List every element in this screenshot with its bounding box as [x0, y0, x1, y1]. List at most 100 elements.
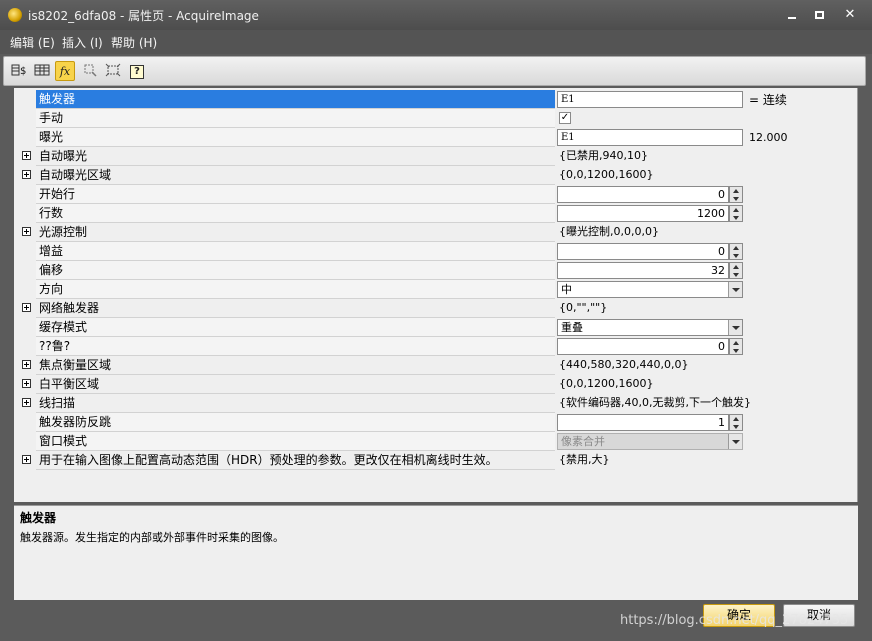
property-row[interactable]: 窗口模式 像素合并 — [14, 432, 858, 451]
spin-up-icon[interactable] — [733, 265, 739, 269]
offset-spinner[interactable] — [729, 262, 743, 279]
property-row[interactable]: 曝光 E1 12.000 — [14, 128, 858, 147]
debounce-spinner[interactable] — [729, 414, 743, 431]
zoom-icon[interactable] — [80, 61, 100, 81]
help-label: ? — [130, 65, 144, 79]
property-row[interactable]: 光源控制 {曝光控制,0,0,0,0} — [14, 223, 858, 242]
buffer-mode-select[interactable]: 重叠 — [557, 319, 743, 336]
property-row[interactable]: 手动 ✓ — [14, 109, 858, 128]
exposure-value-label: 12.000 — [749, 131, 788, 144]
start-row-input[interactable]: 0 — [557, 186, 729, 203]
expand-icon[interactable] — [22, 360, 31, 369]
direction-value: 中 — [561, 283, 572, 296]
property-name: 手动 — [36, 109, 555, 128]
property-row[interactable]: 自动曝光 {已禁用,940,10} — [14, 147, 858, 166]
buffer-mode-value: 重叠 — [561, 321, 583, 334]
property-row[interactable]: ??鲁? 0 — [14, 337, 858, 356]
chevron-down-icon[interactable] — [728, 282, 742, 297]
spin-down-icon[interactable] — [733, 425, 739, 429]
spin-down-icon[interactable] — [733, 273, 739, 277]
debounce-input[interactable]: 1 — [557, 414, 729, 431]
property-name: 焦点衡量区域 — [36, 356, 555, 375]
row-count-spinner[interactable] — [729, 205, 743, 222]
property-row[interactable]: 用于在输入图像上配置高动态范围（HDR）预处理的参数。更改仅在相机离线时生效。 … — [14, 451, 858, 470]
menu-help[interactable]: 帮助 (H) — [111, 34, 157, 51]
property-name: 线扫描 — [36, 394, 555, 413]
property-name: 自动曝光 — [36, 147, 555, 166]
function-label: fx — [59, 65, 71, 78]
spin-down-icon[interactable] — [733, 197, 739, 201]
expand-icon[interactable] — [22, 455, 31, 464]
expand-icon[interactable] — [22, 151, 31, 160]
trigger-mode-label: = 连续 — [749, 93, 787, 107]
spin-up-icon[interactable] — [733, 246, 739, 250]
property-row[interactable]: 自动曝光区域 {0,0,1200,1600} — [14, 166, 858, 185]
property-row[interactable]: 增益 0 — [14, 242, 858, 261]
property-row[interactable]: 白平衡区域 {0,0,1200,1600} — [14, 375, 858, 394]
property-row[interactable]: 触发器 E1 = 连续 — [14, 90, 858, 109]
close-button[interactable]: ✕ — [838, 4, 862, 26]
watermark: https://blog.csdn.net/qq_27824735 — [620, 613, 849, 628]
spin-up-icon[interactable] — [733, 208, 739, 212]
grid-icon[interactable] — [32, 61, 52, 81]
menu-edit[interactable]: 编辑 (E) — [10, 34, 55, 51]
window-title: is8202_6dfa08 - 属性页 - AcquireImage — [28, 9, 259, 23]
property-row[interactable]: 开始行 0 — [14, 185, 858, 204]
expand-icon[interactable] — [22, 398, 31, 407]
property-name: 用于在输入图像上配置高动态范围（HDR）预处理的参数。更改仅在相机离线时生效。 — [36, 451, 555, 470]
property-name: 缓存模式 — [36, 318, 555, 337]
unknown-input[interactable]: 0 — [557, 338, 729, 355]
property-row[interactable]: 网络触发器 {0,"",""} — [14, 299, 858, 318]
property-name: 光源控制 — [36, 223, 555, 242]
property-name: ??鲁? — [36, 337, 555, 356]
start-row-spinner[interactable] — [729, 186, 743, 203]
property-row[interactable]: 偏移 32 — [14, 261, 858, 280]
gain-input[interactable]: 0 — [557, 243, 729, 260]
spin-down-icon[interactable] — [733, 216, 739, 220]
toolbar: $ fx ? — [3, 56, 866, 86]
expand-icon[interactable] — [22, 227, 31, 236]
trigger-input[interactable]: E1 — [557, 91, 743, 108]
window-mode-select: 像素合并 — [557, 433, 743, 450]
chevron-down-icon — [728, 434, 742, 449]
direction-select[interactable]: 中 — [557, 281, 743, 298]
property-row[interactable]: 线扫描 {软件编码器,40,0,无裁剪,下一个触发} — [14, 394, 858, 413]
property-row[interactable]: 方向 中 — [14, 280, 858, 299]
property-name: 触发器防反跳 — [36, 413, 555, 432]
expand-icon[interactable] — [22, 170, 31, 179]
property-value: {已禁用,940,10} — [559, 149, 648, 162]
menu-insert[interactable]: 插入 (I) — [62, 34, 103, 51]
table-dollar-icon[interactable]: $ — [9, 61, 29, 81]
menu-bar: 编辑 (E) 插入 (I) 帮助 (H) — [0, 30, 872, 54]
property-name: 偏移 — [36, 261, 555, 280]
fit-icon[interactable] — [103, 61, 123, 81]
chevron-down-icon[interactable] — [728, 320, 742, 335]
maximize-button[interactable] — [808, 4, 832, 26]
expand-icon[interactable] — [22, 379, 31, 388]
spin-down-icon[interactable] — [733, 349, 739, 353]
expand-icon[interactable] — [22, 303, 31, 312]
property-value: {0,"",""} — [559, 301, 608, 314]
unknown-spinner[interactable] — [729, 338, 743, 355]
property-name: 方向 — [36, 280, 555, 299]
exposure-input[interactable]: E1 — [557, 129, 743, 146]
spin-up-icon[interactable] — [733, 189, 739, 193]
minimize-button[interactable] — [780, 4, 804, 26]
gain-spinner[interactable] — [729, 243, 743, 260]
property-row[interactable]: 缓存模式 重叠 — [14, 318, 858, 337]
spin-down-icon[interactable] — [733, 254, 739, 258]
property-row[interactable]: 焦点衡量区域 {440,580,320,440,0,0} — [14, 356, 858, 375]
maximize-icon — [815, 11, 824, 19]
property-value: {0,0,1200,1600} — [559, 168, 654, 181]
minimize-icon — [788, 17, 796, 19]
offset-input[interactable]: 32 — [557, 262, 729, 279]
function-icon[interactable]: fx — [55, 61, 75, 81]
help-icon[interactable]: ? — [127, 61, 147, 81]
property-row[interactable]: 行数 1200 — [14, 204, 858, 223]
spin-up-icon[interactable] — [733, 417, 739, 421]
spin-up-icon[interactable] — [733, 341, 739, 345]
row-count-input[interactable]: 1200 — [557, 205, 729, 222]
property-name: 曝光 — [36, 128, 555, 147]
manual-checkbox[interactable]: ✓ — [559, 112, 571, 124]
property-row[interactable]: 触发器防反跳 1 — [14, 413, 858, 432]
